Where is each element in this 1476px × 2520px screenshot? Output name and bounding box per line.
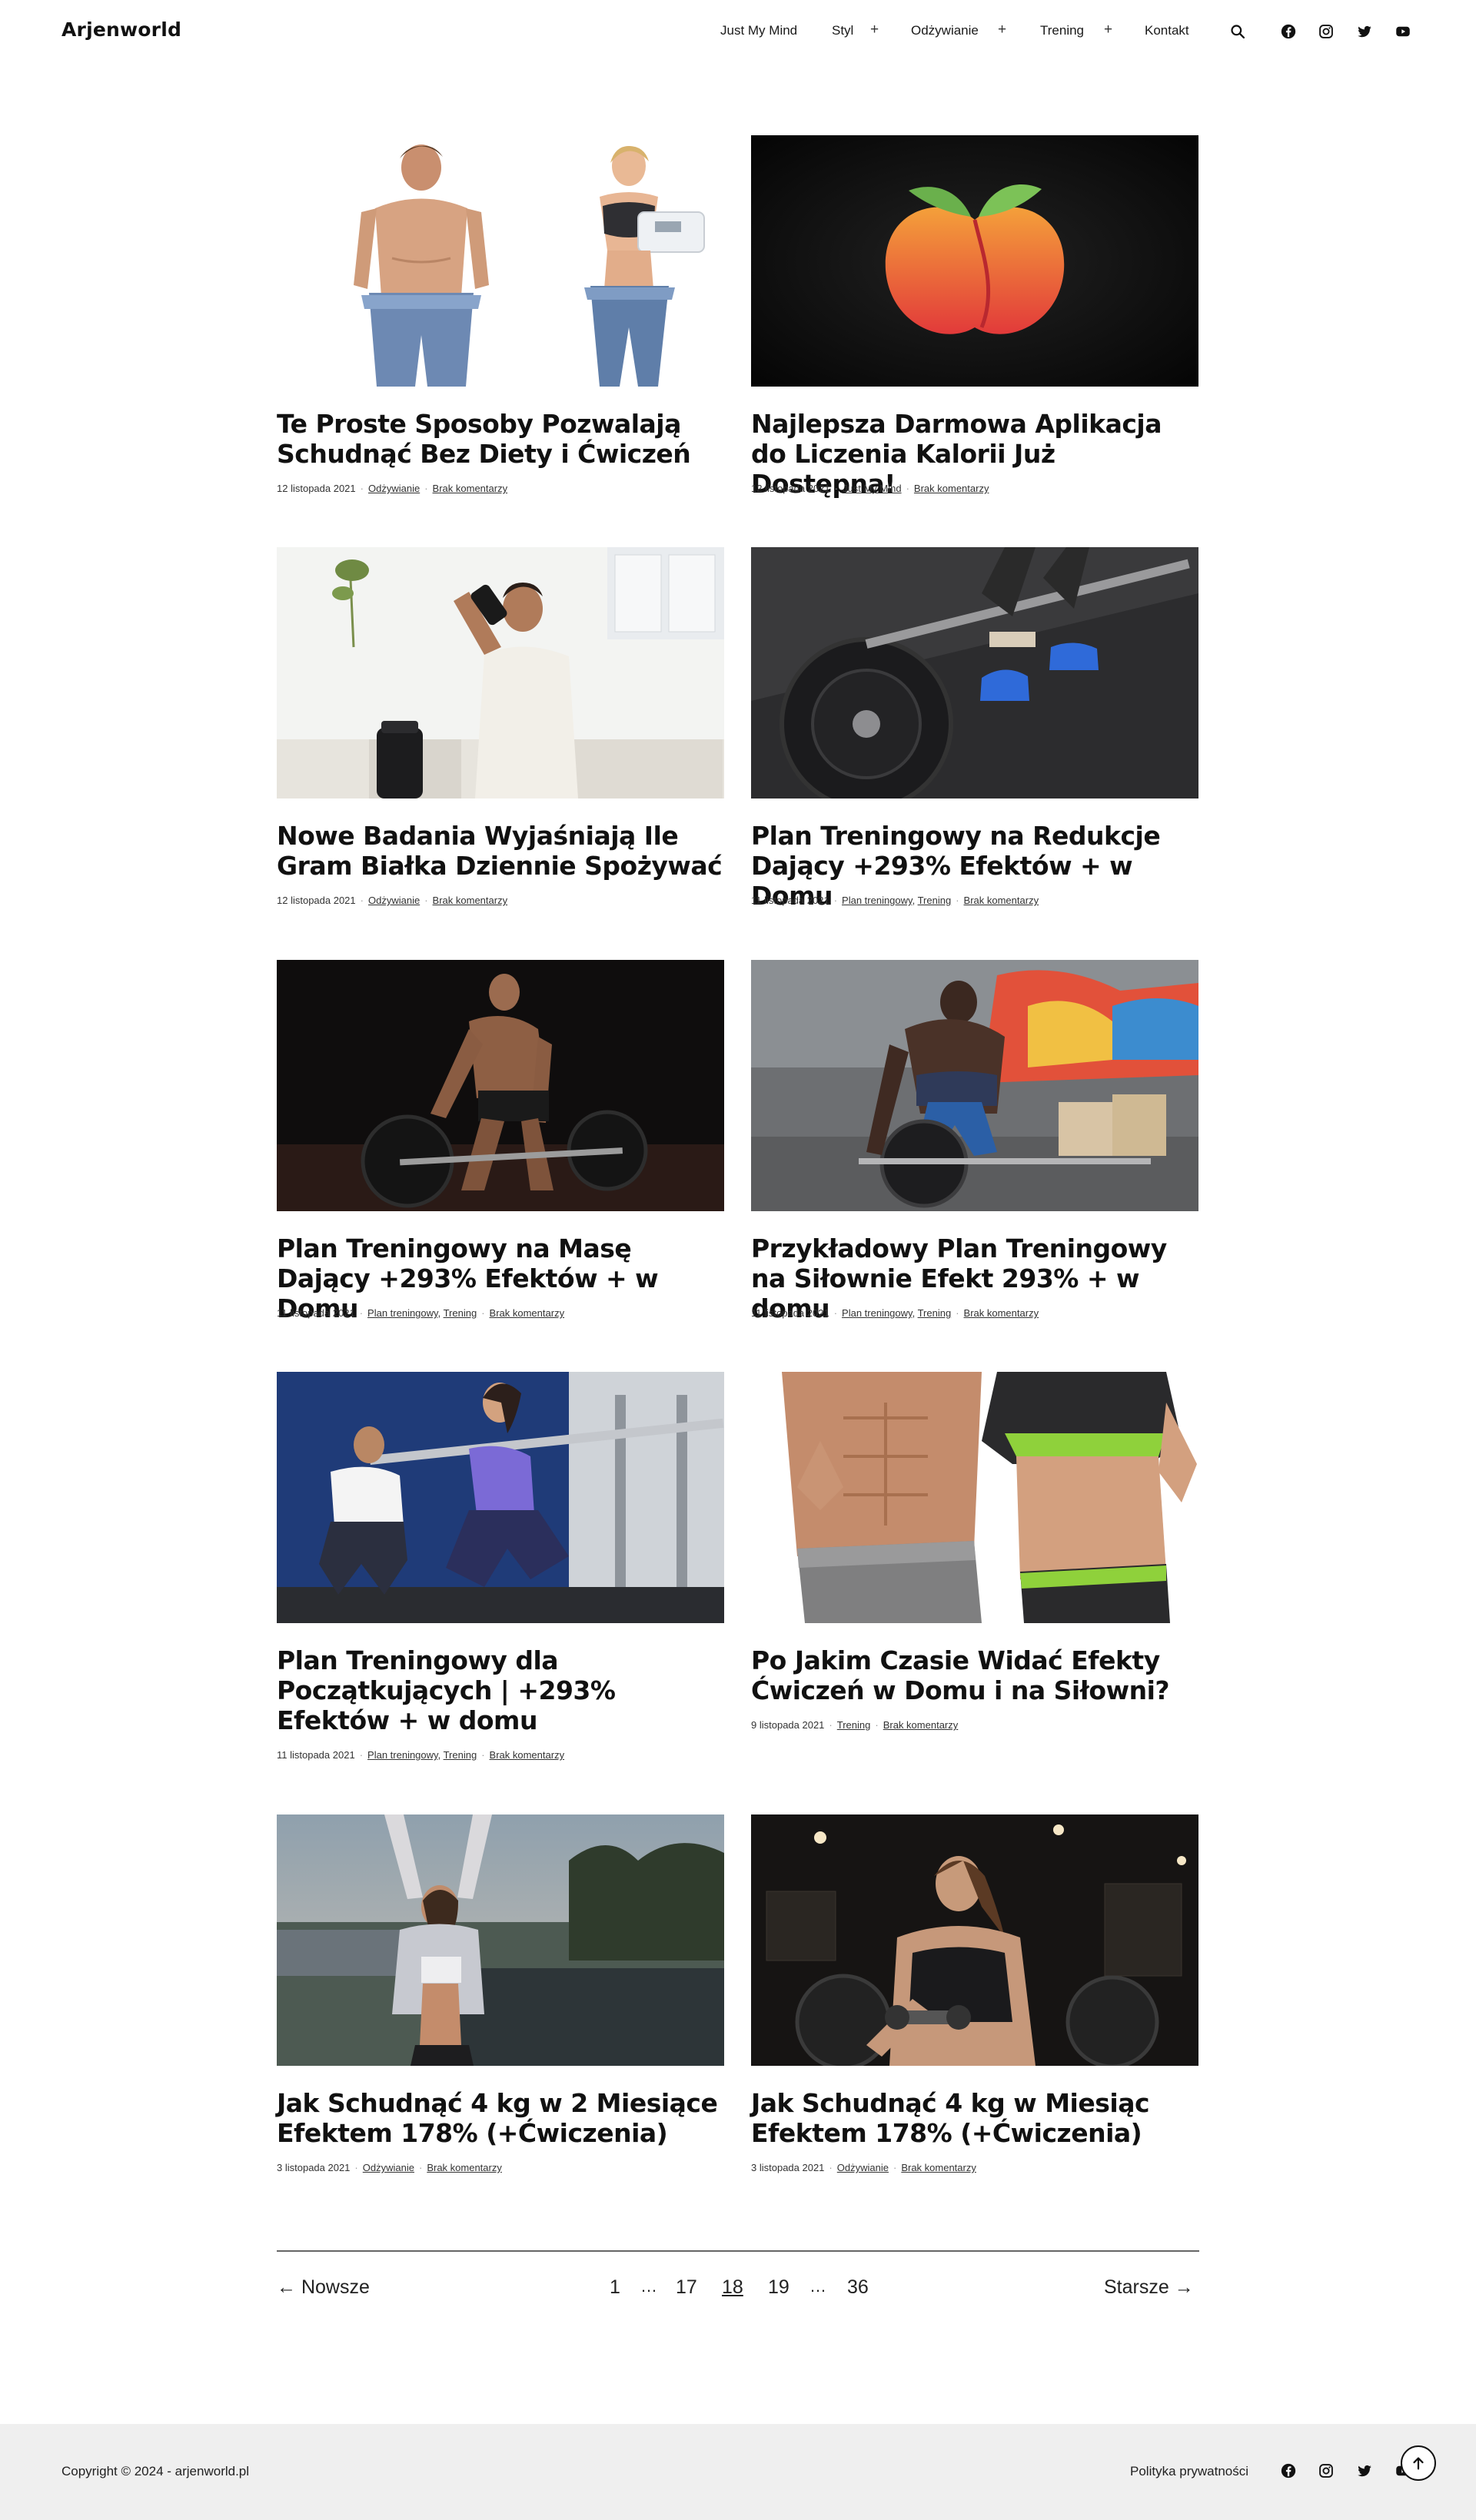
- site-header: Arjenworld Just My Mind Styl + Odżywiani…: [0, 0, 1476, 65]
- post-title[interactable]: Jak Schudnąć 4 kg w Miesiąc Efektem 178%…: [751, 2088, 1198, 2148]
- post-category-link[interactable]: Plan treningowy: [842, 1307, 913, 1319]
- older-posts-link[interactable]: Starsze →: [1104, 2276, 1194, 2299]
- page-link-17[interactable]: 17: [676, 2276, 697, 2299]
- back-to-top-button[interactable]: [1401, 2445, 1436, 2481]
- post-comments-link[interactable]: Brak komentarzy: [433, 895, 508, 906]
- abs-couple-image[interactable]: [751, 1372, 1198, 1623]
- nav-item-trening[interactable]: Trening: [1040, 23, 1084, 38]
- pagination-ellipsis: …: [640, 2276, 657, 2296]
- post-date: 11 listopada 2021: [751, 1307, 829, 1319]
- post-title[interactable]: Te Proste Sposoby Pozwalają Schudnąć Bez…: [277, 409, 724, 469]
- page-link-1[interactable]: 1: [610, 2276, 620, 2299]
- post-meta: 9 listopada 2021 · Trening · Brak komentarzy: [751, 1719, 959, 1731]
- newer-posts-link[interactable]: ← Nowsze: [277, 2276, 370, 2299]
- post-category-link[interactable]: Trening: [444, 1307, 477, 1319]
- arrow-up-icon: [1413, 2457, 1424, 2470]
- post-comments-link[interactable]: Brak komentarzy: [427, 2162, 502, 2173]
- pagination-divider: [277, 2250, 1199, 2252]
- page-current-18: 18: [722, 2276, 743, 2298]
- post-category-link[interactable]: Trening: [444, 1749, 477, 1761]
- barbell-deadlift-image[interactable]: [751, 547, 1198, 798]
- post-title[interactable]: Jak Schudnąć 4 kg w 2 Miesiące Efektem 1…: [277, 2088, 724, 2148]
- page-link-19[interactable]: 19: [768, 2276, 790, 2299]
- post-comments-link[interactable]: Brak komentarzy: [433, 483, 508, 494]
- post-date: 12 listopada 2021: [277, 483, 356, 494]
- pagination-ellipsis: …: [809, 2276, 826, 2296]
- nav-item-styl[interactable]: Styl: [832, 23, 853, 38]
- post-meta: 11 listopada 2021 · Plan treningowy, Treni…: [751, 1307, 1039, 1319]
- post-category-link[interactable]: Odżywianie: [368, 483, 420, 494]
- post-date: 9 listopada 2021: [751, 1719, 825, 1731]
- post-title[interactable]: Plan Treningowy dla Początkujących | +29…: [277, 1645, 724, 1735]
- nav-item-odzywianie[interactable]: Odżywianie: [911, 23, 979, 38]
- post-comments-link[interactable]: Brak komentarzy: [883, 1719, 959, 1731]
- post-meta: 12 listopada 2021 · Odżywianie · Brak koment…: [277, 895, 508, 906]
- post-category-link[interactable]: Just My Mind: [843, 483, 902, 494]
- submenu-toggle-trening[interactable]: +: [1104, 22, 1112, 38]
- post-meta: 12 listopada 2021 · Odżywianie · Brak koment…: [277, 483, 508, 494]
- woman-dumbbell-curl-image[interactable]: [751, 1814, 1198, 2066]
- post-category-link[interactable]: Odżywianie: [837, 2162, 889, 2173]
- trainer-squat-image[interactable]: [277, 1372, 724, 1623]
- post-comments-link[interactable]: Brak komentarzy: [914, 483, 989, 494]
- privacy-policy-link[interactable]: Polityka prywatności: [1130, 2464, 1248, 2479]
- youtube-icon[interactable]: [1395, 23, 1411, 40]
- post-title[interactable]: Nowe Badania Wyjaśniają Ile Gram Białka …: [277, 821, 724, 881]
- search-icon[interactable]: [1229, 23, 1246, 40]
- facebook-icon[interactable]: [1280, 23, 1297, 40]
- post-meta: 11 listopada 2021 · Plan treningowy, Treni…: [277, 1307, 565, 1319]
- post-meta: 11 listopada 2021 · Plan treningowy, Treni…: [277, 1749, 565, 1761]
- man-drinking-shaker-image[interactable]: [277, 547, 724, 798]
- woman-stretching-outdoor-image[interactable]: [277, 1814, 724, 2066]
- submenu-toggle-odzywianie[interactable]: +: [998, 22, 1006, 38]
- post-date: 3 listopada 2021: [277, 2162, 351, 2173]
- post-category-link[interactable]: Odżywianie: [363, 2162, 414, 2173]
- older-posts-label: Starsze: [1104, 2276, 1169, 2298]
- post-comments-link[interactable]: Brak komentarzy: [490, 1749, 565, 1761]
- post-date: 11 listopada 2021: [751, 895, 829, 906]
- gym-barbell-lift-image[interactable]: [751, 960, 1198, 1211]
- post-comments-link[interactable]: Brak komentarzy: [964, 1307, 1039, 1319]
- post-date: 3 listopada 2021: [751, 2162, 825, 2173]
- post-date: 12 listopada 2021: [277, 895, 356, 906]
- nav-item-just-my-mind[interactable]: Just My Mind: [720, 23, 797, 38]
- post-date: 12 listopada 2021: [751, 483, 830, 494]
- arrow-left-icon: ←: [277, 2276, 301, 2298]
- arrow-right-icon: →: [1168, 2276, 1194, 2298]
- post-comments-link[interactable]: Brak komentarzy: [490, 1307, 565, 1319]
- twitter-icon[interactable]: [1356, 23, 1373, 40]
- post-category-link[interactable]: Plan treningowy: [367, 1307, 438, 1319]
- facebook-icon[interactable]: [1280, 2462, 1297, 2479]
- newer-posts-label: Nowsze: [301, 2276, 370, 2298]
- dark-gym-deadlift-image[interactable]: [277, 960, 724, 1211]
- post-date: 11 listopada 2021: [277, 1749, 355, 1761]
- instagram-icon[interactable]: [1318, 2462, 1335, 2479]
- peach-app-logo-image[interactable]: [751, 135, 1198, 387]
- post-title[interactable]: Po Jakim Czasie Widać Efekty Ćwiczeń w D…: [751, 1645, 1198, 1705]
- page-link-36[interactable]: 36: [847, 2276, 869, 2299]
- post-category-link[interactable]: Plan treningowy: [367, 1749, 438, 1761]
- submenu-toggle-styl[interactable]: +: [870, 22, 879, 38]
- post-meta: 3 listopada 2021 · Odżywianie · Brak komenta…: [277, 2162, 502, 2173]
- post-category-link[interactable]: Trening: [918, 895, 952, 906]
- post-category-link[interactable]: Trening: [918, 1307, 952, 1319]
- main-navigation: Just My Mind Styl + Odżywianie + Trening…: [0, 0, 1476, 65]
- post-meta: 12 listopada 2021 · Just My Mind · Brak kome…: [751, 483, 989, 494]
- weight-loss-couple-image[interactable]: [277, 135, 724, 387]
- post-date: 11 listopada 2021: [277, 1307, 355, 1319]
- instagram-icon[interactable]: [1318, 23, 1335, 40]
- post-category-link[interactable]: Plan treningowy: [842, 895, 913, 906]
- post-comments-link[interactable]: Brak komentarzy: [901, 2162, 976, 2173]
- twitter-icon[interactable]: [1356, 2462, 1373, 2479]
- post-category-link[interactable]: Odżywianie: [368, 895, 420, 906]
- post-meta: 11 listopada 2021 · Plan treningowy, Treni…: [751, 895, 1039, 906]
- post-meta: 3 listopada 2021 · Odżywianie · Brak komenta…: [751, 2162, 976, 2173]
- copyright-text: Copyright © 2024 - arjenworld.pl: [62, 2464, 250, 2478]
- post-comments-link[interactable]: Brak komentarzy: [964, 895, 1039, 906]
- nav-item-kontakt[interactable]: Kontakt: [1145, 23, 1189, 38]
- post-category-link[interactable]: Trening: [837, 1719, 871, 1731]
- site-footer: Copyright © 2024 - arjenworld.pl Polityk…: [0, 2424, 1476, 2520]
